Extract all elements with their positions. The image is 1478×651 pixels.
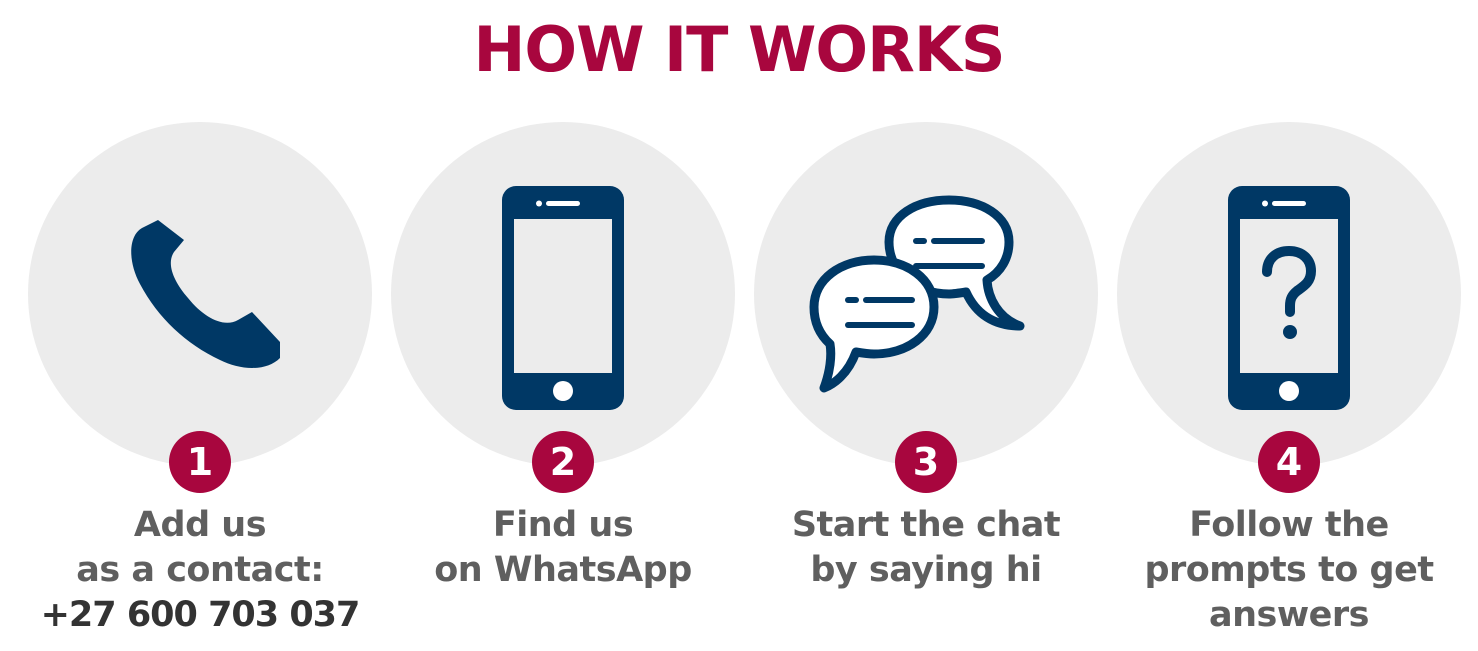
caption-line: Start the chat [791,505,1061,545]
caption-line: prompts to get [1144,550,1434,590]
caption-line: Follow the [1189,505,1389,545]
step-caption: Find us on WhatsApp [371,503,755,593]
step-1: 1 Add us as a contact: +27 600 703 037 [28,122,372,651]
caption-line: Add us [133,505,267,545]
step-caption: Start the chat by saying hi [734,503,1118,593]
step-3: 3 Start the chat by saying hi [754,122,1098,651]
caption-line: on WhatsApp [434,550,692,590]
smartphone-question-icon [1228,186,1350,410]
step-caption: Follow the prompts to get answers [1097,503,1478,638]
step-caption: Add us as a contact: +27 600 703 037 [8,503,392,638]
caption-line: Find us [492,505,634,545]
smartphone-icon [502,186,624,410]
step-2: 2 Find us on WhatsApp [391,122,735,651]
caption-line: answers [1208,595,1370,635]
phone-handset-icon [131,220,280,368]
phone-number: +27 600 703 037 [40,595,361,635]
step-4: 4 Follow the prompts to get answers [1117,122,1461,651]
page-title: HOW IT WORKS [473,13,1005,86]
caption-line: by saying hi [810,550,1042,590]
step-number-badge: 1 [169,431,231,493]
step-number-badge: 2 [532,431,594,493]
caption-line: as a contact: [76,550,324,590]
step-number-badge: 3 [895,431,957,493]
step-number-badge: 4 [1258,431,1320,493]
chat-bubbles-icon [809,195,1025,393]
